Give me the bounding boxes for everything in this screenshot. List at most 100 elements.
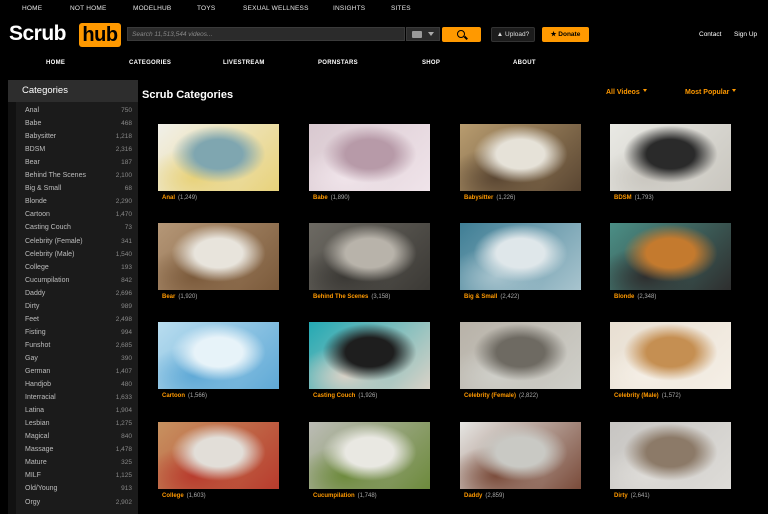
category-thumbnail[interactable] bbox=[158, 223, 279, 290]
signup-link[interactable]: Sign Up bbox=[734, 31, 757, 38]
category-title-link[interactable]: Anal bbox=[162, 195, 175, 201]
main-nav-livestream[interactable]: LIVESTREAM bbox=[223, 60, 265, 66]
category-thumbnail[interactable] bbox=[158, 422, 279, 489]
top-nav-sexual-wellness[interactable]: SEXUAL WELLNESS bbox=[243, 5, 309, 12]
main-nav-home[interactable]: HOME bbox=[46, 60, 65, 66]
sidebar-category-item[interactable]: Cartoon 1,470 bbox=[25, 211, 136, 223]
category-thumbnail[interactable] bbox=[309, 124, 430, 191]
sidebar-category-item[interactable]: Mature 325 bbox=[25, 459, 136, 471]
chevron-down-icon bbox=[732, 88, 737, 92]
sidebar-category-item[interactable]: Fisting 994 bbox=[25, 329, 136, 341]
sidebar-category-item[interactable]: Daddy 2,696 bbox=[25, 290, 136, 302]
upload-button[interactable]: ▲ Upload? bbox=[491, 27, 535, 42]
category-title-link[interactable]: Dirty bbox=[614, 493, 628, 499]
search-input[interactable]: Search 11,513,544 videos... bbox=[127, 27, 405, 41]
sidebar-category-item[interactable]: Anal 750 bbox=[25, 107, 136, 119]
category-thumbnail[interactable] bbox=[460, 322, 581, 389]
sidebar-category-item[interactable]: Handjob 480 bbox=[25, 381, 136, 393]
category-label: Cartoon bbox=[25, 211, 50, 219]
top-nav-home[interactable]: HOME bbox=[22, 5, 42, 12]
category-title-link[interactable]: Babe bbox=[313, 195, 328, 201]
category-title-link[interactable]: BDSM bbox=[614, 195, 632, 201]
sidebar-category-item[interactable]: Casting Couch 73 bbox=[25, 224, 136, 236]
sort-filter[interactable]: Most Popular bbox=[685, 88, 737, 96]
sidebar-category-item[interactable]: Blonde 2,290 bbox=[25, 198, 136, 210]
sidebar-category-item[interactable]: German 1,407 bbox=[25, 368, 136, 380]
category-caption: Daddy (2,859) bbox=[464, 493, 585, 499]
category-thumbnail[interactable] bbox=[610, 223, 731, 290]
contact-link[interactable]: Contact bbox=[699, 31, 721, 38]
sidebar-category-item[interactable]: BDSM 2,316 bbox=[25, 146, 136, 158]
search-type-dropdown[interactable] bbox=[406, 27, 440, 41]
sidebar-category-item[interactable]: Massage 1,478 bbox=[25, 446, 136, 458]
main-nav-pornstars[interactable]: PORNSTARS bbox=[318, 60, 358, 66]
video-count: (1,920) bbox=[178, 294, 198, 300]
sidebar-category-item[interactable]: Interracial 1,633 bbox=[25, 394, 136, 406]
sidebar-category-item[interactable]: Cucumpilation 842 bbox=[25, 277, 136, 289]
category-title-link[interactable]: Behind The Scenes bbox=[313, 294, 368, 300]
category-title-link[interactable]: Bear bbox=[162, 294, 175, 300]
main-nav-categories[interactable]: CATEGORIES bbox=[129, 60, 171, 66]
sidebar-category-item[interactable]: Behind The Scenes 2,100 bbox=[25, 172, 136, 184]
sidebar-category-item[interactable]: Latina 1,904 bbox=[25, 407, 136, 419]
category-thumbnail[interactable] bbox=[460, 124, 581, 191]
category-count: 68 bbox=[124, 185, 132, 193]
category-thumbnail[interactable] bbox=[610, 422, 731, 489]
search-button[interactable] bbox=[442, 27, 481, 42]
main-nav-about[interactable]: ABOUT bbox=[513, 60, 536, 66]
logo-text[interactable]: Scrub bbox=[9, 22, 67, 46]
sidebar-category-item[interactable]: Babysitter 1,218 bbox=[25, 133, 136, 145]
category-thumbnail[interactable] bbox=[309, 223, 430, 290]
sidebar-category-item[interactable]: Big & Small 68 bbox=[25, 185, 136, 197]
category-title-link[interactable]: Blonde bbox=[614, 294, 634, 300]
category-count: 1,540 bbox=[115, 250, 132, 258]
chevron-down-icon bbox=[642, 88, 647, 92]
category-title-link[interactable]: Casting Couch bbox=[313, 393, 355, 399]
logo-badge[interactable]: hub bbox=[79, 23, 121, 47]
sidebar-scrollbar[interactable] bbox=[8, 102, 16, 514]
sidebar-category-item[interactable]: MILF 1,125 bbox=[25, 472, 136, 484]
main-nav-shop[interactable]: SHOP bbox=[422, 60, 440, 66]
all-videos-filter[interactable]: All Videos bbox=[606, 88, 647, 96]
category-thumbnail[interactable] bbox=[309, 322, 430, 389]
sidebar-category-item[interactable]: Old/Young 913 bbox=[25, 485, 136, 497]
video-count: (3,158) bbox=[371, 294, 391, 300]
sidebar-category-item[interactable]: Celebrity (Male) 1,540 bbox=[25, 251, 136, 263]
category-thumbnail[interactable] bbox=[610, 322, 731, 389]
category-caption: Bear (1,920) bbox=[162, 294, 283, 300]
category-thumbnail[interactable] bbox=[610, 124, 731, 191]
category-title-link[interactable]: College bbox=[162, 493, 184, 499]
category-thumbnail[interactable] bbox=[460, 223, 581, 290]
sidebar-category-item[interactable]: Magical 840 bbox=[25, 433, 136, 445]
sidebar-category-item[interactable]: Babe 468 bbox=[25, 120, 136, 132]
star-icon: ★ bbox=[550, 31, 557, 38]
category-label: Casting Couch bbox=[25, 224, 71, 232]
category-thumbnail[interactable] bbox=[309, 422, 430, 489]
sidebar-category-item[interactable]: Lesbian 1,275 bbox=[25, 420, 136, 432]
category-title-link[interactable]: Celebrity (Female) bbox=[464, 393, 516, 399]
sidebar-category-item[interactable]: Bear 187 bbox=[25, 159, 136, 171]
category-title-link[interactable]: Cucumpilation bbox=[313, 493, 355, 499]
top-nav-not-home[interactable]: NOT HOME bbox=[70, 5, 107, 12]
category-thumbnail[interactable] bbox=[158, 322, 279, 389]
category-thumbnail[interactable] bbox=[460, 422, 581, 489]
category-title-link[interactable]: Big & Small bbox=[464, 294, 497, 300]
sidebar-category-item[interactable]: Dirty 989 bbox=[25, 303, 136, 315]
top-nav-sites[interactable]: SITES bbox=[391, 5, 411, 12]
top-nav-modelhub[interactable]: MODELHUB bbox=[133, 5, 171, 12]
top-nav-toys[interactable]: TOYS bbox=[197, 5, 215, 12]
donate-button[interactable]: ★ Donate bbox=[542, 27, 589, 42]
top-nav-insights[interactable]: INSIGHTS bbox=[333, 5, 365, 12]
sidebar-category-item[interactable]: Funshot 2,685 bbox=[25, 342, 136, 354]
sidebar-category-item[interactable]: Celebrity (Female) 341 bbox=[25, 238, 136, 250]
category-thumbnail[interactable] bbox=[158, 124, 279, 191]
sidebar-category-item[interactable]: College 193 bbox=[25, 264, 136, 276]
category-title-link[interactable]: Cartoon bbox=[162, 393, 185, 399]
category-title-link[interactable]: Babysitter bbox=[464, 195, 493, 201]
sidebar-category-item[interactable]: Feet 2,498 bbox=[25, 316, 136, 328]
sidebar-category-item[interactable]: Gay 390 bbox=[25, 355, 136, 367]
sidebar-category-item[interactable]: Orgy 2,902 bbox=[25, 499, 136, 511]
category-title-link[interactable]: Celebrity (Male) bbox=[614, 393, 659, 399]
category-count: 341 bbox=[121, 237, 132, 245]
category-title-link[interactable]: Daddy bbox=[464, 493, 482, 499]
